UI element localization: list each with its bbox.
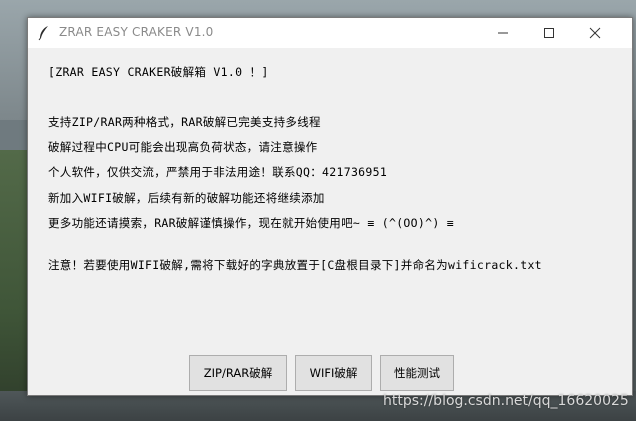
- maximize-icon: [543, 24, 555, 43]
- close-icon: [589, 24, 601, 43]
- watermark-text: https://blog.csdn.net/qq_16620025: [383, 393, 629, 409]
- close-button[interactable]: [572, 18, 618, 48]
- header-text: [ZRAR EASY CRAKER破解箱 V1.0 ！]: [48, 65, 269, 79]
- zip-rar-crack-button[interactable]: ZIP/RAR破解: [189, 355, 287, 391]
- info-line-1: 支持ZIP/RAR两种格式，RAR破解已完美支持多线程: [48, 115, 321, 129]
- info-line-2: 破解过程中CPU可能会出现高负荷状态，请注意操作: [48, 140, 318, 154]
- title-bar[interactable]: ZRAR EASY CRAKER V1.0: [28, 18, 632, 48]
- wifi-crack-button[interactable]: WIFI破解: [295, 355, 372, 391]
- window-title: ZRAR EASY CRAKER V1.0: [59, 25, 214, 39]
- maximize-button[interactable]: [526, 18, 572, 48]
- performance-test-button[interactable]: 性能测试: [380, 355, 454, 391]
- feather-icon: [36, 25, 52, 41]
- minimize-icon: [497, 24, 509, 43]
- info-line-5: 更多功能还请摸索，RAR破解谨慎操作，现在就开始使用吧~ ≡ (^(OO)^) …: [48, 216, 454, 230]
- minimize-button[interactable]: [480, 18, 526, 48]
- notice-text: 注意！若要使用WIFI破解,需将下载好的字典放置于[C盘根目录下]并命名为wif…: [48, 258, 542, 272]
- info-line-4: 新加入WIFI破解，后续有新的破解功能还将继续添加: [48, 191, 325, 205]
- info-line-3: 个人软件，仅供交流，严禁用于非法用途！联系QQ：421736951: [48, 165, 388, 179]
- app-window: ZRAR EASY CRAKER V1.0 [ZRAR EASY CRAKER破…: [27, 17, 633, 396]
